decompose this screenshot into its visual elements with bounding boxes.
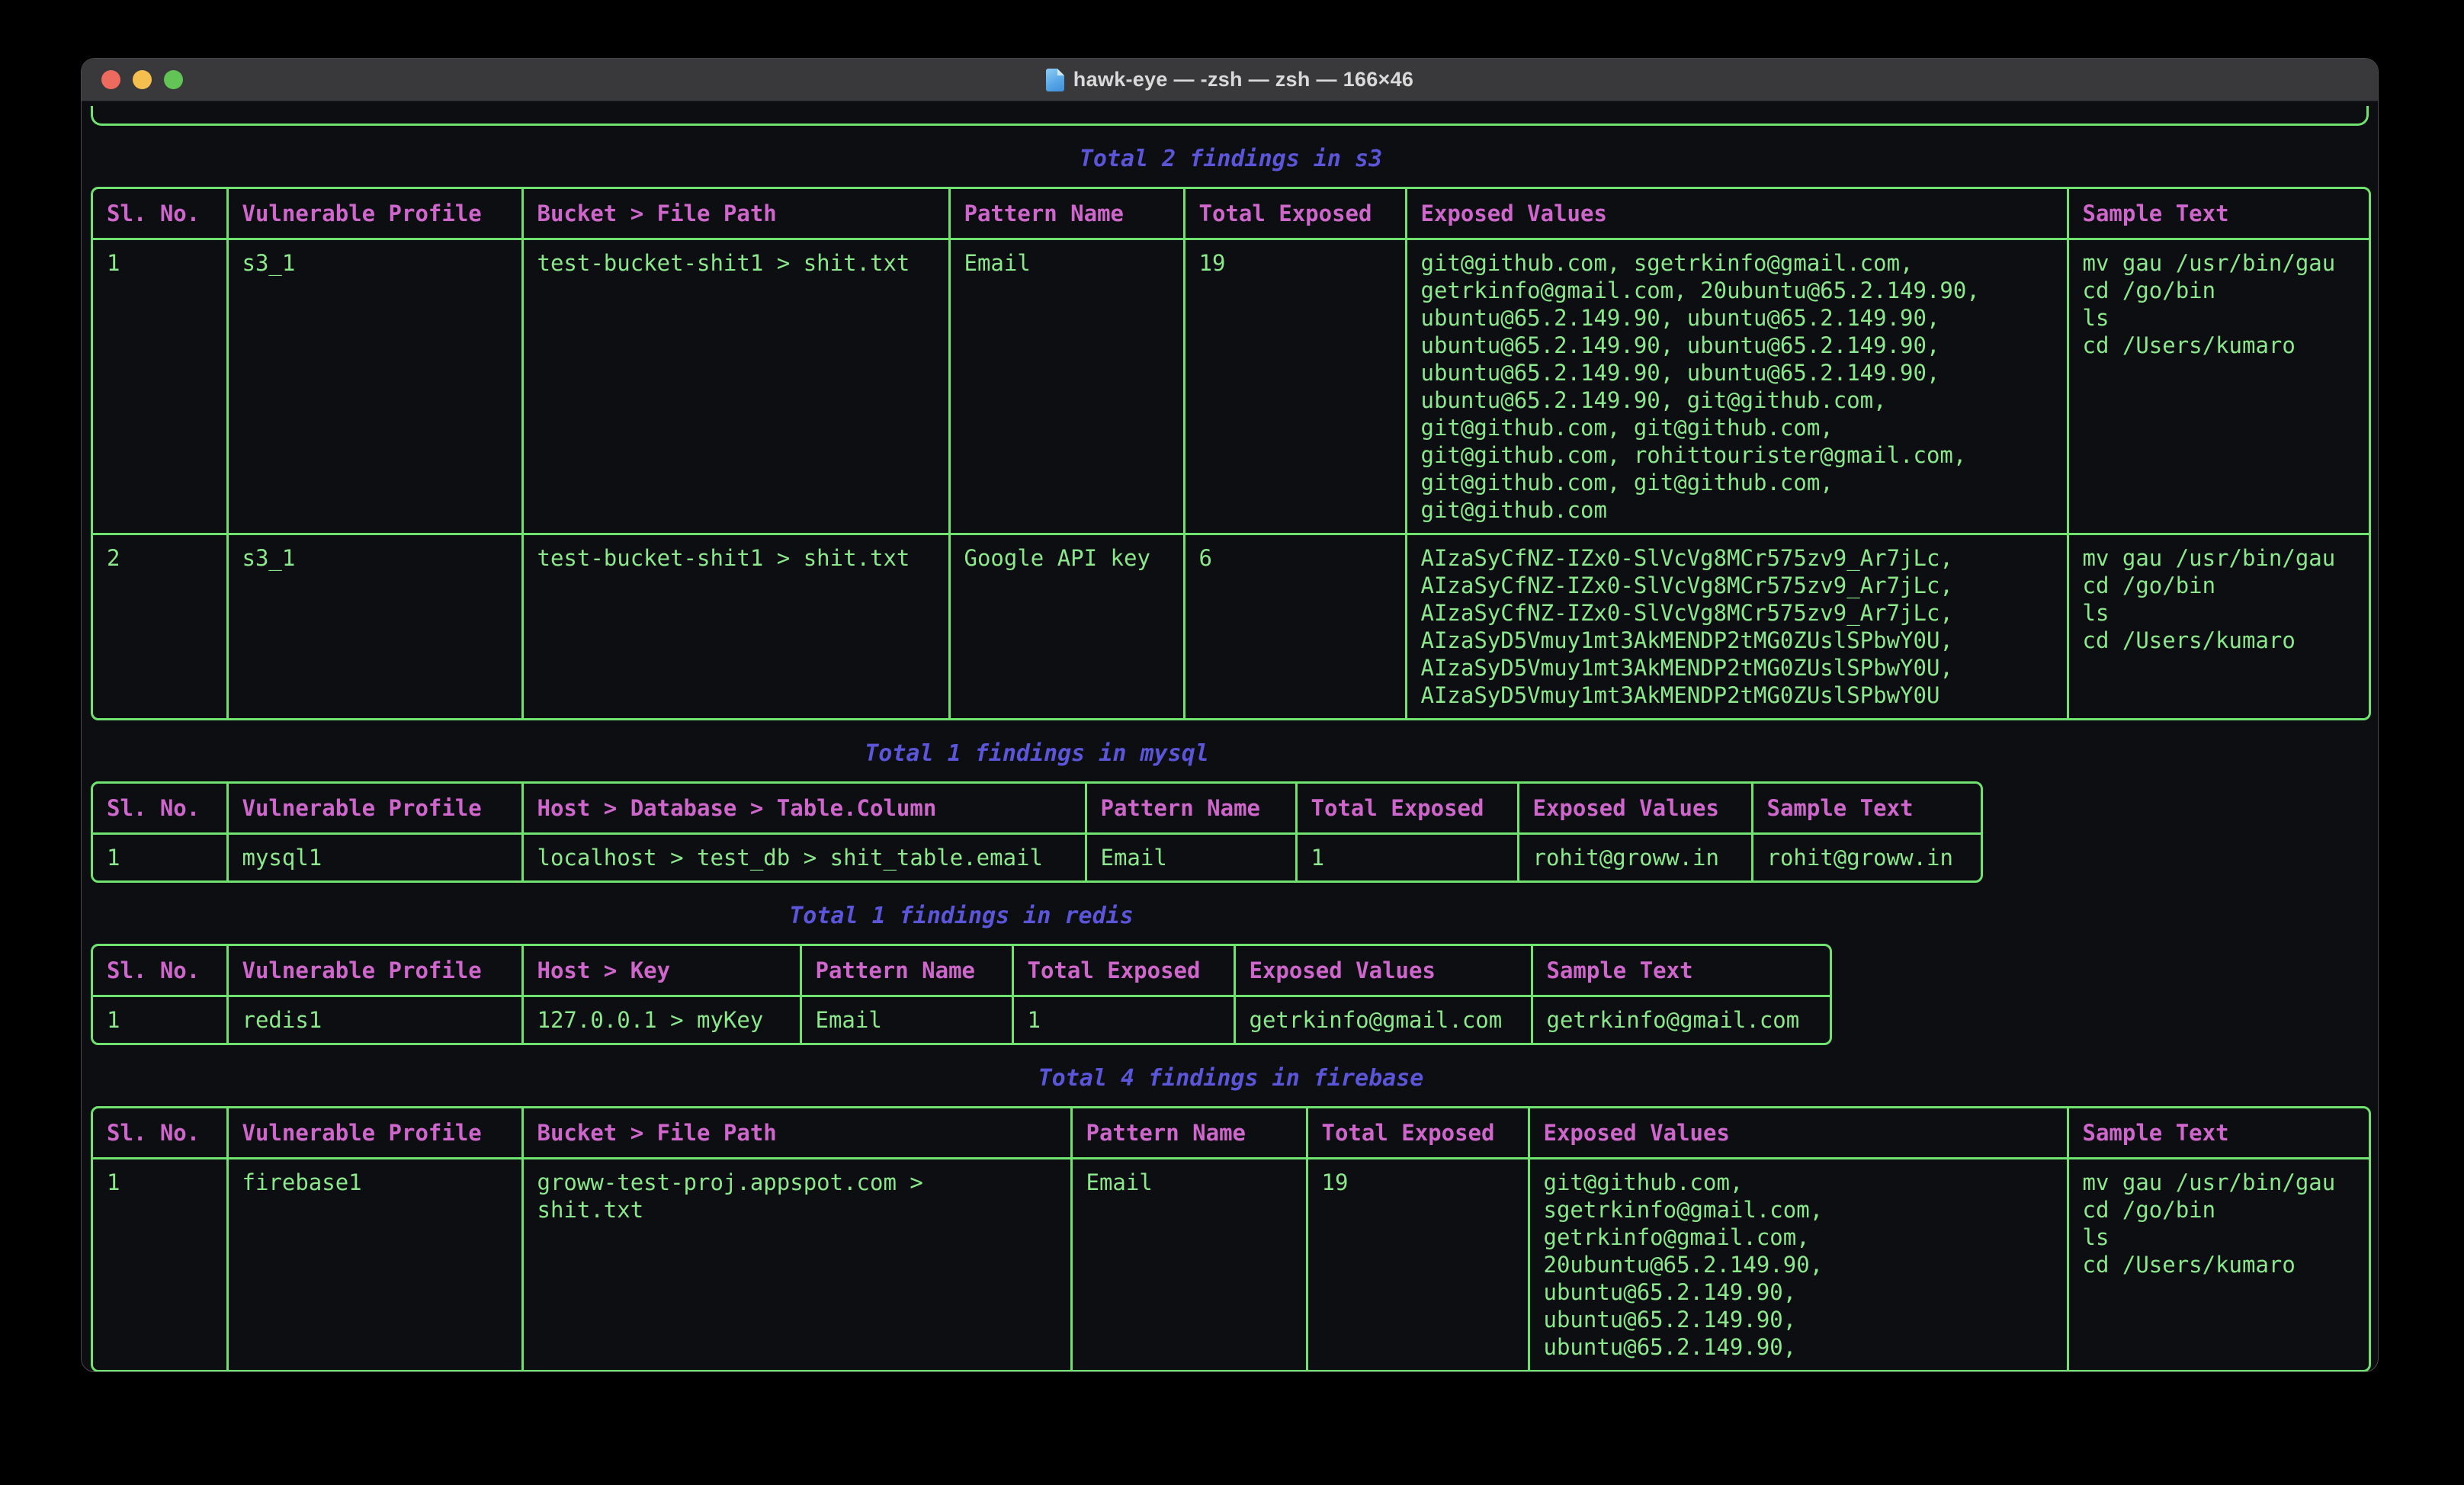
table-cell: 1	[93, 996, 227, 1044]
column-header: Host > Key	[522, 946, 800, 996]
zoom-button[interactable]	[164, 70, 183, 89]
table-cell: 127.0.0.1 > myKey	[522, 996, 800, 1044]
window-controls	[101, 70, 183, 89]
close-button[interactable]	[101, 70, 120, 89]
column-header: Sl. No.	[93, 189, 227, 239]
table-header-row: Sl. No. Vulnerable Profile Host > Databa…	[93, 784, 1983, 834]
section-s3: Total 2 findings in s3 Sl. No. Vulnerabl…	[91, 146, 2371, 720]
column-header: Sl. No.	[93, 1108, 227, 1159]
table-cell: git@github.com, sgetrkinfo@gmail.com, ge…	[1406, 239, 2068, 534]
column-header: Bucket > File Path	[522, 1108, 1071, 1159]
table-cell: 6	[1184, 534, 1406, 719]
column-header: Total Exposed	[1184, 189, 1406, 239]
table-row: 1 firebase1 groww-test-proj.appspot.com …	[93, 1159, 2371, 1371]
table-row: 1 s3_1 test-bucket-shit1 > shit.txt Emai…	[93, 239, 2371, 534]
table-cell: 1	[93, 1159, 227, 1371]
column-header: Vulnerable Profile	[227, 946, 522, 996]
column-header: Vulnerable Profile	[227, 1108, 522, 1159]
table-cell: Email	[800, 996, 1012, 1044]
findings-table-mysql: Sl. No. Vulnerable Profile Host > Databa…	[91, 781, 1983, 883]
findings-title-redis: Total 1 findings in redis	[91, 903, 1832, 930]
table-row: 1 mysql1 localhost > test_db > shit_tabl…	[93, 834, 1983, 881]
blue-document-icon	[1046, 69, 1064, 91]
table-cell: 1	[93, 239, 227, 534]
column-header: Pattern Name	[800, 946, 1012, 996]
table-cell: Email	[949, 239, 1184, 534]
table-cell: mv gau /usr/bin/gau cd /go/bin ls cd /Us…	[2068, 239, 2371, 534]
table-cell: rohit@groww.in	[1752, 834, 1983, 881]
minimize-button[interactable]	[133, 70, 152, 89]
previous-table-bottom-edge	[91, 106, 2369, 126]
table-cell: s3_1	[227, 534, 522, 719]
table-cell: localhost > test_db > shit_table.email	[522, 834, 1086, 881]
findings-table-s3: Sl. No. Vulnerable Profile Bucket > File…	[91, 187, 2371, 720]
table-header-row: Sl. No. Vulnerable Profile Bucket > File…	[93, 189, 2371, 239]
table-cell: mv gau /usr/bin/gau cd /go/bin ls cd /Us…	[2068, 534, 2371, 719]
window-titlebar: hawk-eye — -zsh — zsh — 166×46	[82, 59, 2378, 101]
terminal-window: hawk-eye — -zsh — zsh — 166×46 Total 2 f…	[81, 58, 2379, 1372]
table-cell: 1	[1296, 834, 1518, 881]
column-header: Vulnerable Profile	[227, 784, 522, 834]
table-cell: firebase1	[227, 1159, 522, 1371]
table-cell: Google API key	[949, 534, 1184, 719]
table-cell: 19	[1184, 239, 1406, 534]
table-cell: Email	[1071, 1159, 1307, 1371]
column-header: Total Exposed	[1307, 1108, 1529, 1159]
table-cell: mysql1	[227, 834, 522, 881]
column-header: Exposed Values	[1529, 1108, 2068, 1159]
table-cell: git@github.com, sgetrkinfo@gmail.com, ge…	[1529, 1159, 2068, 1371]
column-header: Bucket > File Path	[522, 189, 949, 239]
column-header: Exposed Values	[1518, 784, 1752, 834]
findings-table-firebase: Sl. No. Vulnerable Profile Bucket > File…	[91, 1106, 2371, 1372]
window-title: hawk-eye — -zsh — zsh — 166×46	[1073, 68, 1413, 91]
table-cell: Email	[1086, 834, 1296, 881]
column-header: Sample Text	[2068, 189, 2371, 239]
findings-title-firebase: Total 4 findings in firebase	[91, 1065, 2371, 1092]
table-header-row: Sl. No. Vulnerable Profile Bucket > File…	[93, 1108, 2371, 1159]
table-cell: redis1	[227, 996, 522, 1044]
section-mysql: Total 1 findings in mysql Sl. No. Vulner…	[91, 740, 1983, 883]
table-header-row: Sl. No. Vulnerable Profile Host > Key Pa…	[93, 946, 1832, 996]
column-header: Sample Text	[1532, 946, 1832, 996]
table-cell: getrkinfo@gmail.com	[1234, 996, 1532, 1044]
findings-title-mysql: Total 1 findings in mysql	[91, 740, 1983, 768]
section-redis: Total 1 findings in redis Sl. No. Vulner…	[91, 903, 1832, 1045]
column-header: Exposed Values	[1406, 189, 2068, 239]
table-cell: groww-test-proj.appspot.com > shit.txt	[522, 1159, 1071, 1371]
table-cell: rohit@groww.in	[1518, 834, 1752, 881]
column-header: Sl. No.	[93, 946, 227, 996]
table-cell: getrkinfo@gmail.com	[1532, 996, 1832, 1044]
table-cell: 2	[93, 534, 227, 719]
column-header: Sample Text	[2068, 1108, 2371, 1159]
column-header: Pattern Name	[1071, 1108, 1307, 1159]
table-cell: test-bucket-shit1 > shit.txt	[522, 239, 949, 534]
section-firebase: Total 4 findings in firebase Sl. No. Vul…	[91, 1065, 2371, 1372]
column-header: Pattern Name	[949, 189, 1184, 239]
column-header: Total Exposed	[1012, 946, 1234, 996]
findings-title-s3: Total 2 findings in s3	[91, 146, 2371, 173]
table-cell: s3_1	[227, 239, 522, 534]
table-row: 2 s3_1 test-bucket-shit1 > shit.txt Goog…	[93, 534, 2371, 719]
column-header: Vulnerable Profile	[227, 189, 522, 239]
column-header: Sample Text	[1752, 784, 1983, 834]
table-cell: 1	[93, 834, 227, 881]
table-cell: AIzaSyCfNZ-IZx0-SlVcVg8MCr575zv9_Ar7jLc,…	[1406, 534, 2068, 719]
findings-table-redis: Sl. No. Vulnerable Profile Host > Key Pa…	[91, 944, 1832, 1045]
table-cell: test-bucket-shit1 > shit.txt	[522, 534, 949, 719]
column-header: Total Exposed	[1296, 784, 1518, 834]
table-cell: mv gau /usr/bin/gau cd /go/bin ls cd /Us…	[2068, 1159, 2371, 1371]
table-cell: 19	[1307, 1159, 1529, 1371]
terminal-content: Total 2 findings in s3 Sl. No. Vulnerabl…	[82, 101, 2378, 1372]
table-cell: 1	[1012, 996, 1234, 1044]
column-header: Exposed Values	[1234, 946, 1532, 996]
column-header: Pattern Name	[1086, 784, 1296, 834]
column-header: Host > Database > Table.Column	[522, 784, 1086, 834]
column-header: Sl. No.	[93, 784, 227, 834]
table-row: 1 redis1 127.0.0.1 > myKey Email 1 getrk…	[93, 996, 1832, 1044]
